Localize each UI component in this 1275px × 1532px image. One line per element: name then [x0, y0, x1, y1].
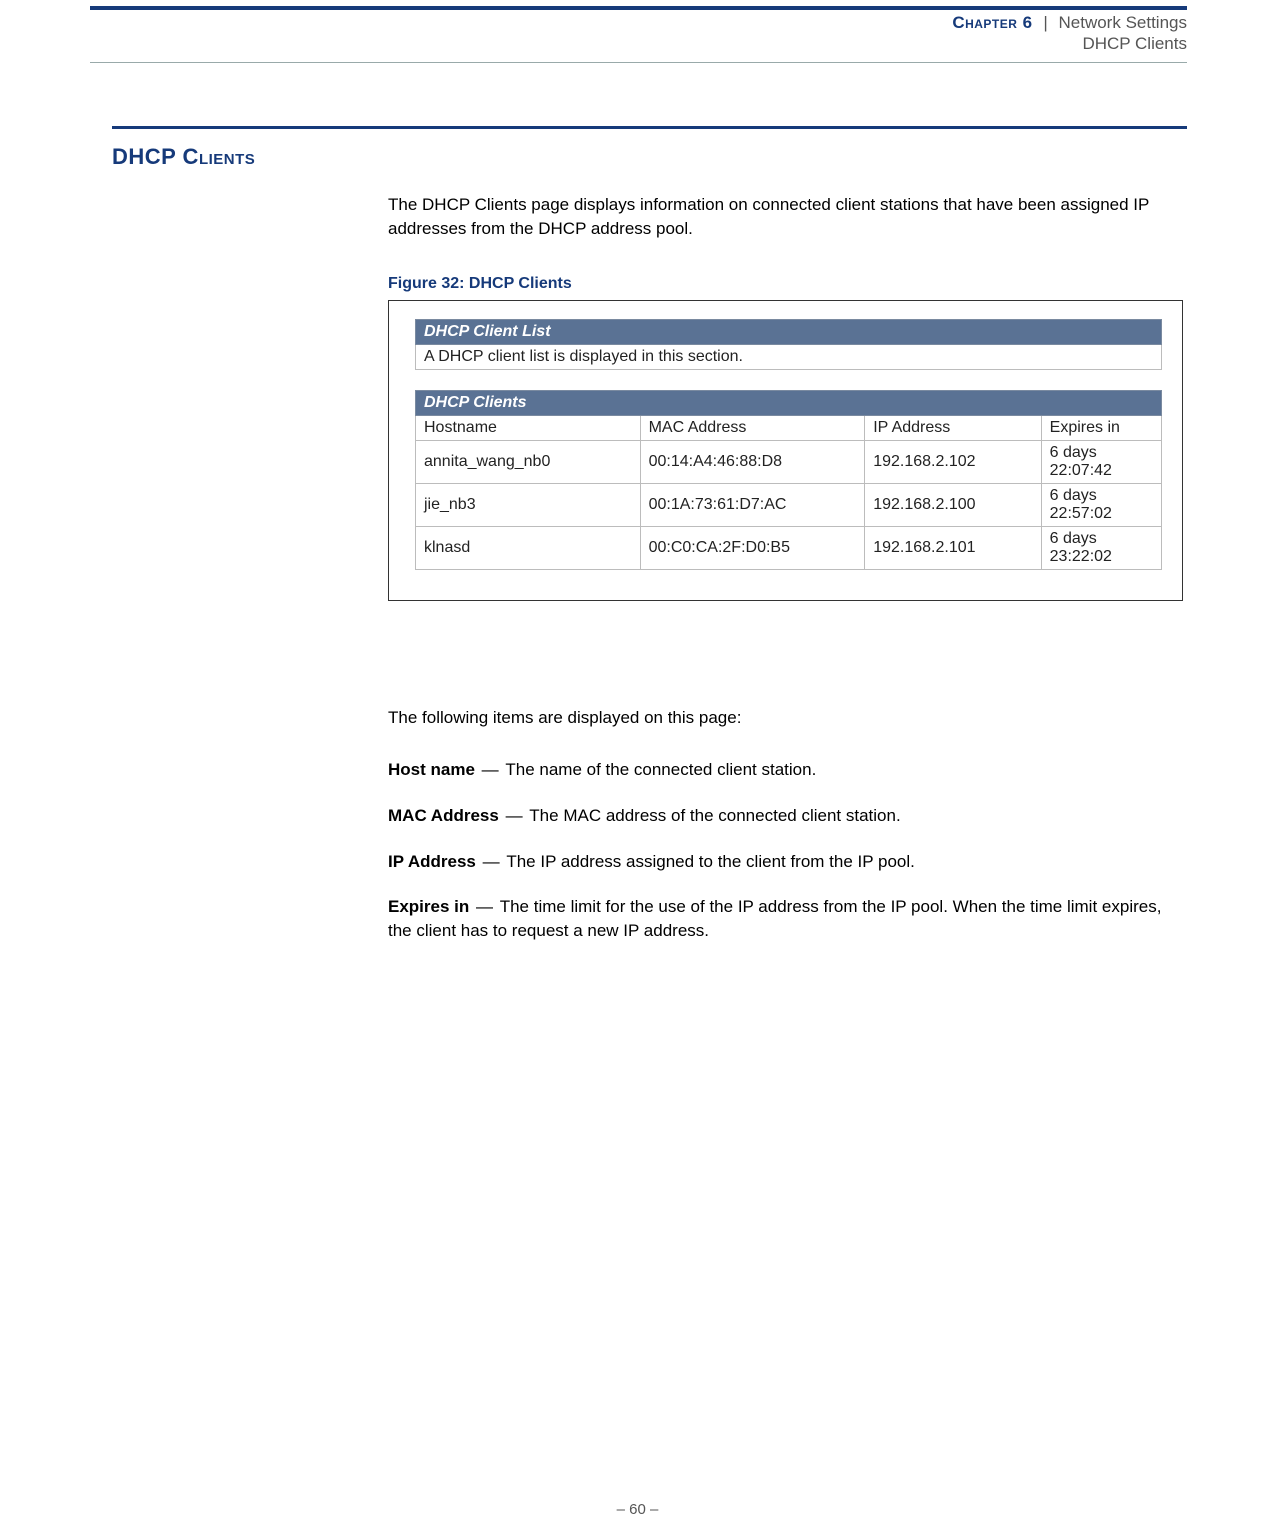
cell-expires: 6 days 22:07:42 — [1041, 441, 1161, 484]
definition-item: Expires in — The time limit for the use … — [388, 895, 1187, 943]
section-heading: DHCP Clients — [112, 144, 255, 170]
definition-term: Expires in — [388, 897, 469, 916]
section-heading-text: DHCP Clients — [112, 144, 255, 169]
table-row: klnasd 00:C0:CA:2F:D0:B5 192.168.2.101 6… — [416, 527, 1162, 570]
panel-client-list-desc: A DHCP client list is displayed in this … — [416, 345, 1162, 370]
cell-mac: 00:C0:CA:2F:D0:B5 — [640, 527, 865, 570]
cell-ip: 192.168.2.100 — [865, 484, 1041, 527]
cell-ip: 192.168.2.101 — [865, 527, 1041, 570]
header-bottom-rule — [90, 62, 1187, 63]
cell-ip: 192.168.2.102 — [865, 441, 1041, 484]
figure-caption: Figure 32: DHCP Clients — [388, 273, 1187, 295]
cell-mac: 00:1A:73:61:D7:AC — [640, 484, 865, 527]
panel-client-list: DHCP Client List A DHCP client list is d… — [415, 319, 1162, 370]
dhcp-clients-table: DHCP Clients Hostname MAC Address IP Add… — [415, 390, 1162, 570]
table-row: annita_wang_nb0 00:14:A4:46:88:D8 192.16… — [416, 441, 1162, 484]
definition-item: MAC Address — The MAC address of the con… — [388, 804, 1187, 828]
definition-item: Host name — The name of the connected cl… — [388, 758, 1187, 782]
definition-desc: The time limit for the use of the IP add… — [388, 897, 1161, 940]
definition-term: MAC Address — [388, 806, 499, 825]
definition-term: IP Address — [388, 852, 476, 871]
cell-hostname: annita_wang_nb0 — [416, 441, 641, 484]
page-header: Chapter 6 | Network Settings DHCP Client… — [952, 12, 1187, 55]
table-row: jie_nb3 00:1A:73:61:D7:AC 192.168.2.100 … — [416, 484, 1162, 527]
cell-expires: 6 days 23:22:02 — [1041, 527, 1161, 570]
cell-hostname: jie_nb3 — [416, 484, 641, 527]
panel-clients-title: DHCP Clients — [416, 391, 1162, 416]
definition-desc: The MAC address of the connected client … — [529, 806, 900, 825]
col-header-ip: IP Address — [865, 416, 1041, 441]
header-subsection: DHCP Clients — [952, 33, 1187, 54]
cell-expires: 6 days 22:57:02 — [1041, 484, 1161, 527]
col-header-mac: MAC Address — [640, 416, 865, 441]
col-header-hostname: Hostname — [416, 416, 641, 441]
page-number: – 60 – — [0, 1501, 1275, 1518]
intro-paragraph: The DHCP Clients page displays informati… — [388, 193, 1187, 241]
definitions-list: Host name — The name of the connected cl… — [388, 758, 1187, 965]
definition-desc: The name of the connected client station… — [505, 760, 816, 779]
cell-hostname: klnasd — [416, 527, 641, 570]
definition-term: Host name — [388, 760, 475, 779]
header-chapter: Chapter 6 — [952, 13, 1032, 32]
definition-item: IP Address — The IP address assigned to … — [388, 850, 1187, 874]
outro-paragraph: The following items are displayed on thi… — [388, 706, 1187, 730]
header-section: Network Settings — [1059, 13, 1188, 32]
section-divider — [112, 126, 1187, 129]
figure-screenshot: DHCP Client List A DHCP client list is d… — [388, 300, 1183, 601]
col-header-expires: Expires in — [1041, 416, 1161, 441]
panel-client-list-title: DHCP Client List — [416, 320, 1162, 345]
header-top-rule — [90, 6, 1187, 10]
definition-desc: The IP address assigned to the client fr… — [506, 852, 915, 871]
header-separator: | — [1037, 13, 1053, 32]
cell-mac: 00:14:A4:46:88:D8 — [640, 441, 865, 484]
